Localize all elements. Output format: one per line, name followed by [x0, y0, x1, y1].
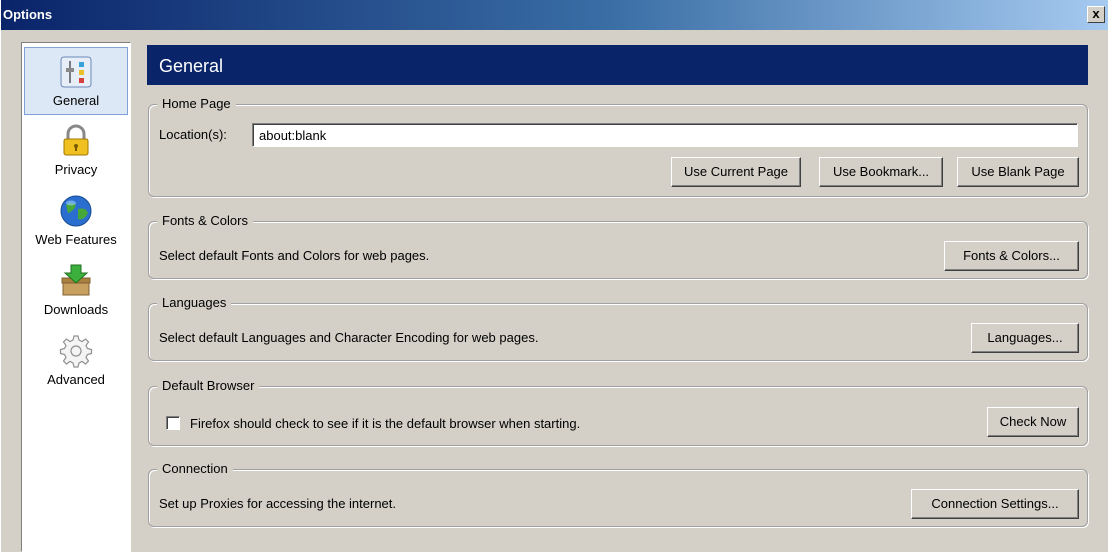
fonts-colors-button[interactable]: Fonts & Colors... — [944, 241, 1079, 271]
connection-description: Set up Proxies for accessing the interne… — [159, 496, 397, 511]
languages-button[interactable]: Languages... — [971, 323, 1079, 353]
panel-header: General — [146, 44, 1089, 86]
location-label: Location(s): — [159, 127, 227, 142]
general-panel: General Home Page Location(s): Use Curre… — [146, 44, 1091, 552]
default-browser-checkbox[interactable] — [166, 416, 180, 430]
sidebar-item-label: Web Features — [35, 232, 117, 247]
download-box-icon — [61, 264, 91, 296]
gear-icon — [59, 335, 93, 368]
title-bar[interactable]: Options x — [1, 0, 1108, 30]
use-bookmark-button[interactable]: Use Bookmark... — [819, 157, 943, 187]
category-sidebar: General Privacy Web Features Downloads A… — [21, 42, 131, 552]
languages-group: Languages Select default Languages and C… — [148, 295, 1088, 361]
sidebar-item-advanced[interactable]: Advanced — [24, 327, 128, 395]
general-settings-icon — [60, 56, 92, 88]
sidebar-item-label: General — [52, 93, 100, 108]
use-blank-page-button[interactable]: Use Blank Page — [957, 157, 1079, 187]
check-now-button[interactable]: Check Now — [987, 407, 1079, 437]
location-input[interactable] — [252, 123, 1078, 147]
sidebar-item-label: Downloads — [43, 302, 109, 317]
fonts-colors-description: Select default Fonts and Colors for web … — [159, 248, 430, 263]
sidebar-item-general[interactable]: General — [24, 47, 128, 115]
close-button[interactable]: x — [1087, 6, 1105, 23]
connection-group: Connection Set up Proxies for accessing … — [148, 461, 1088, 527]
padlock-icon — [63, 124, 89, 156]
group-title: Home Page — [157, 96, 236, 111]
group-title: Default Browser — [157, 378, 260, 393]
window-title: Options — [3, 7, 53, 22]
group-title: Connection — [157, 461, 233, 476]
connection-settings-button[interactable]: Connection Settings... — [911, 489, 1079, 519]
sidebar-item-downloads[interactable]: Downloads — [24, 257, 128, 325]
use-current-page-button[interactable]: Use Current Page — [671, 157, 801, 187]
languages-description: Select default Languages and Character E… — [159, 330, 539, 345]
sidebar-item-label: Privacy — [54, 162, 98, 177]
sidebar-item-label: Advanced — [47, 372, 105, 387]
globe-icon — [60, 195, 92, 227]
options-dialog: Options x General Privacy Web Features D… — [0, 0, 1108, 552]
close-icon: x — [1092, 6, 1100, 21]
group-title: Fonts & Colors — [157, 213, 253, 228]
fonts-colors-group: Fonts & Colors Select default Fonts and … — [148, 213, 1088, 279]
sidebar-item-web-features[interactable]: Web Features — [24, 187, 128, 255]
sidebar-item-privacy[interactable]: Privacy — [24, 117, 128, 185]
default-browser-checkbox-label[interactable]: Firefox should check to see if it is the… — [190, 416, 580, 431]
default-browser-group: Default Browser Firefox should check to … — [148, 378, 1088, 446]
group-title: Languages — [157, 295, 232, 310]
home-page-group: Home Page Location(s): Use Current Page … — [148, 96, 1088, 197]
